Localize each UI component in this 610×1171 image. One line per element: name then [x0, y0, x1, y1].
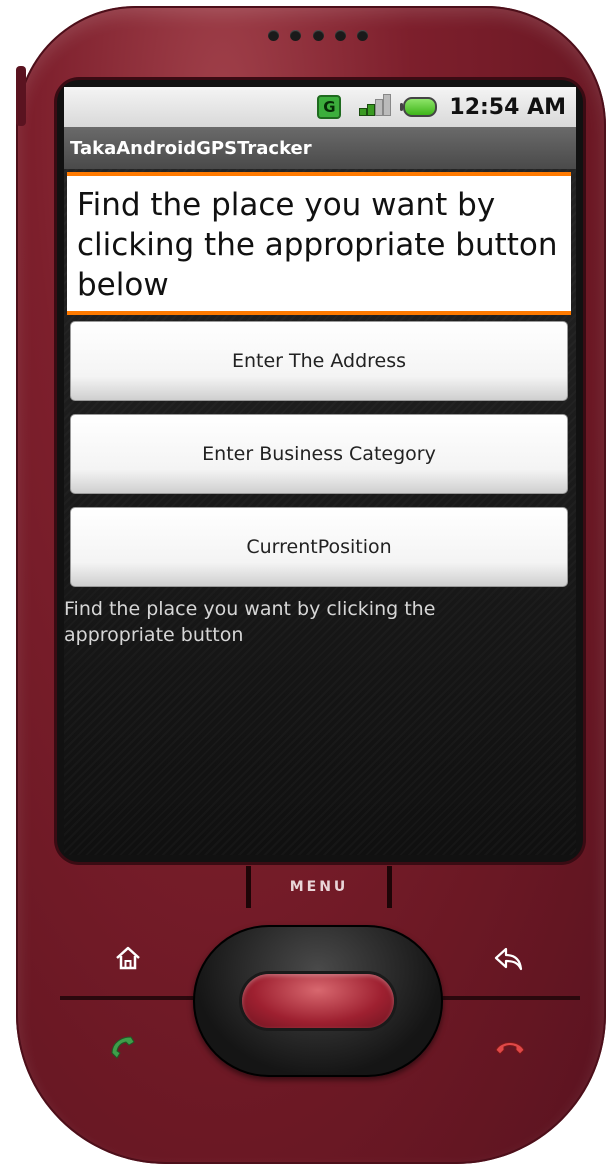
app-title: TakaAndroidGPSTracker — [70, 137, 312, 159]
status-bar: G 12:54 AM — [64, 87, 576, 127]
home-icon[interactable] — [108, 938, 148, 978]
divider-line-left — [60, 996, 210, 1000]
instruction-heading: Find the place you want by clicking the … — [67, 172, 571, 315]
speaker-dot — [334, 30, 346, 41]
status-clock: 12:54 AM — [449, 94, 566, 120]
menu-label: MENU — [289, 879, 349, 895]
menu-button[interactable]: MENU — [246, 866, 392, 908]
screen: G 12:54 AM TakaAndroidGPSTracker Find th… — [64, 87, 576, 855]
signal-strength-icon — [357, 94, 392, 118]
enter-address-button[interactable]: Enter The Address — [70, 321, 568, 401]
hint-text: Find the place you want by clicking the … — [64, 598, 436, 646]
trackball-button[interactable] — [242, 974, 394, 1028]
back-icon[interactable] — [488, 938, 528, 978]
speaker-grill — [268, 30, 368, 44]
network-type-icon: G — [317, 95, 342, 119]
divider-line-right — [430, 996, 580, 1000]
speaker-dot — [312, 30, 324, 41]
app-title-bar: TakaAndroidGPSTracker — [64, 127, 576, 169]
speaker-dot — [357, 30, 368, 41]
call-icon[interactable] — [104, 1026, 144, 1066]
speaker-dot — [268, 30, 279, 41]
battery-icon — [400, 97, 438, 117]
current-position-button[interactable]: CurrentPosition — [70, 507, 568, 587]
speaker-dot — [290, 30, 302, 41]
phone-side-edge — [16, 66, 26, 126]
end-call-icon[interactable] — [490, 1026, 530, 1066]
enter-business-category-button[interactable]: Enter Business Category — [70, 414, 568, 494]
